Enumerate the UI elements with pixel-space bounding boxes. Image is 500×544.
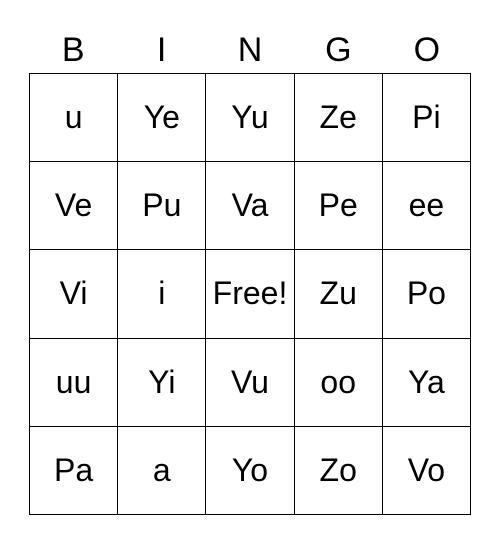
bingo-cell[interactable]: Pe <box>294 162 383 251</box>
bingo-cell[interactable]: uu <box>30 338 119 427</box>
bingo-cell[interactable]: oo <box>294 338 383 427</box>
header-letter: B <box>61 31 85 69</box>
bingo-cell[interactable]: Ve <box>30 162 119 251</box>
header-letter: G <box>325 31 352 69</box>
bingo-cell[interactable]: Po <box>382 250 471 339</box>
bingo-cell[interactable]: Pu <box>118 162 207 251</box>
header-letter: I <box>156 31 167 69</box>
bingo-cell[interactable]: Zo <box>294 426 383 515</box>
bingo-cell[interactable]: Ya <box>382 338 471 427</box>
bingo-cell[interactable]: Yu <box>206 74 295 163</box>
bingo-header: BINGO <box>29 28 471 72</box>
free-cell[interactable]: Free! <box>206 250 295 339</box>
bingo-cell[interactable]: a <box>118 426 207 515</box>
header-letter: N <box>237 31 263 69</box>
bingo-cell[interactable]: ee <box>382 162 471 251</box>
bingo-cell[interactable]: Pi <box>382 74 471 163</box>
header-letter: O <box>413 31 441 69</box>
bingo-cell[interactable]: Ye <box>118 74 207 163</box>
bingo-cell[interactable]: i <box>118 250 207 339</box>
bingo-cell[interactable]: Va <box>206 162 295 251</box>
bingo-cell[interactable]: Ze <box>294 74 383 163</box>
bingo-cell[interactable]: Vu <box>206 338 295 427</box>
bingo-cell[interactable]: Vo <box>382 426 471 515</box>
bingo-cell[interactable]: Vi <box>30 250 119 339</box>
bingo-cell[interactable]: Yo <box>206 426 295 515</box>
bingo-cell[interactable]: u <box>30 74 119 163</box>
bingo-cell[interactable]: Pa <box>30 426 119 515</box>
bingo-grid: u Ye Yu Ze Pi Ve Pu Va Pe ee Vi i Free! Zu Po uu Yi Vu oo Y… <box>29 73 471 515</box>
bingo-cell[interactable]: Yi <box>118 338 207 427</box>
bingo-cell[interactable]: Zu <box>294 250 383 339</box>
